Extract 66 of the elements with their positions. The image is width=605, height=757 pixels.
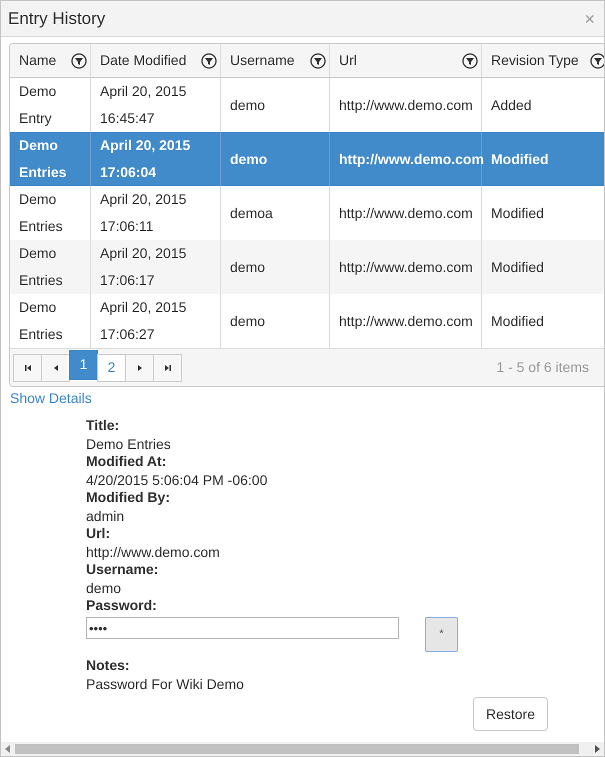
table-cell-text: Added [491, 96, 532, 114]
last-page-icon [162, 362, 172, 372]
detail-label: Title: [86, 417, 120, 434]
table-cell-text: demo [230, 96, 266, 114]
table-cell-text: http://www.demo.com [339, 150, 484, 169]
table-cell-text: http://www.demo.com [339, 312, 473, 331]
detail-value: Password For Wiki Demo [86, 675, 245, 693]
detail-label: Notes: [86, 657, 131, 674]
table-cell-text: Demo Entries [19, 136, 68, 182]
detail-value: 4/20/2015 5:06:04 PM -06:00 [86, 471, 268, 489]
table-cell-text: Demo Entries [19, 190, 64, 236]
detail-label: Modified By: [86, 489, 171, 506]
reveal-password-button[interactable]: * [425, 617, 458, 652]
first-page-icon [22, 362, 32, 372]
horizontal-scrollbar[interactable] [1, 742, 604, 756]
table-row[interactable]: Demo Entries April 20, 2015 17:06:04 demo http://www.demo.com Modified [10, 132, 604, 186]
column-header[interactable]: Url [339, 50, 357, 71]
pager-summary: 1 - 5 of 6 items [496, 358, 589, 377]
column-header[interactable]: Name [19, 50, 56, 71]
detail-label: Url: [86, 525, 112, 542]
table-cell-text: demoa [230, 204, 273, 222]
window-title: Entry History [8, 8, 106, 30]
column-header[interactable]: Revision Type [491, 50, 579, 71]
detail-label: Username: [86, 561, 160, 578]
column-header[interactable]: Username [230, 50, 295, 71]
last-page-button[interactable] [153, 354, 182, 382]
table-cell-text: http://www.demo.com [339, 258, 473, 277]
detail-label: Password: [86, 597, 158, 614]
table-cell-text: April 20, 2015 17:06:04 [100, 136, 192, 182]
filter-icon[interactable] [310, 52, 326, 68]
page-button[interactable]: 2 [97, 354, 126, 382]
filter-icon[interactable] [590, 52, 604, 68]
table-cell-text: demo [230, 312, 266, 330]
column-header[interactable]: Date Modified [100, 50, 186, 71]
filter-icon[interactable] [71, 52, 87, 68]
table-row[interactable]: Demo Entries April 20, 2015 17:06:17 demo http://www.demo.com Modified [10, 240, 604, 294]
table-cell-text: demo [230, 150, 268, 168]
detail-value: demo [86, 579, 122, 597]
table-cell-text: http://www.demo.com [339, 204, 473, 223]
restore-button[interactable]: Restore [472, 697, 548, 731]
detail-value: http://www.demo.com [86, 543, 221, 561]
first-page-button[interactable] [13, 354, 42, 382]
table-cell-text: http://www.demo.com [339, 96, 473, 115]
table-cell-text: Demo Entries [19, 244, 64, 290]
detail-value: Demo Entries [86, 435, 172, 453]
filter-icon[interactable] [201, 52, 217, 68]
detail-label: Modified At: [86, 453, 168, 470]
table-cell-text: Demo Entries [19, 298, 64, 344]
show-details-link[interactable]: Show Details [10, 390, 92, 406]
table-cell-text: Demo Entry [19, 82, 58, 128]
filter-icon[interactable] [462, 52, 478, 68]
page-button[interactable]: 1 [69, 350, 98, 380]
scroll-left-icon[interactable] [3, 744, 13, 754]
table-cell-text: April 20, 2015 17:06:27 [100, 298, 188, 344]
table-cell-text: Modified [491, 258, 544, 276]
detail-value: admin [86, 507, 126, 525]
table-cell-text: Modified [491, 312, 544, 330]
scrollbar-thumb[interactable] [15, 744, 579, 754]
table-cell-text: April 20, 2015 17:06:17 [100, 244, 188, 290]
scroll-right-icon[interactable] [592, 744, 602, 754]
table-cell-text: Modified [491, 150, 549, 168]
table-cell-text: April 20, 2015 17:06:11 [100, 190, 188, 236]
table-cell-text: Modified [491, 204, 544, 222]
password-field[interactable]: •••• [86, 617, 399, 639]
table-cell-text: April 20, 2015 16:45:47 [100, 82, 188, 128]
table-cell-text: demo [230, 258, 266, 276]
